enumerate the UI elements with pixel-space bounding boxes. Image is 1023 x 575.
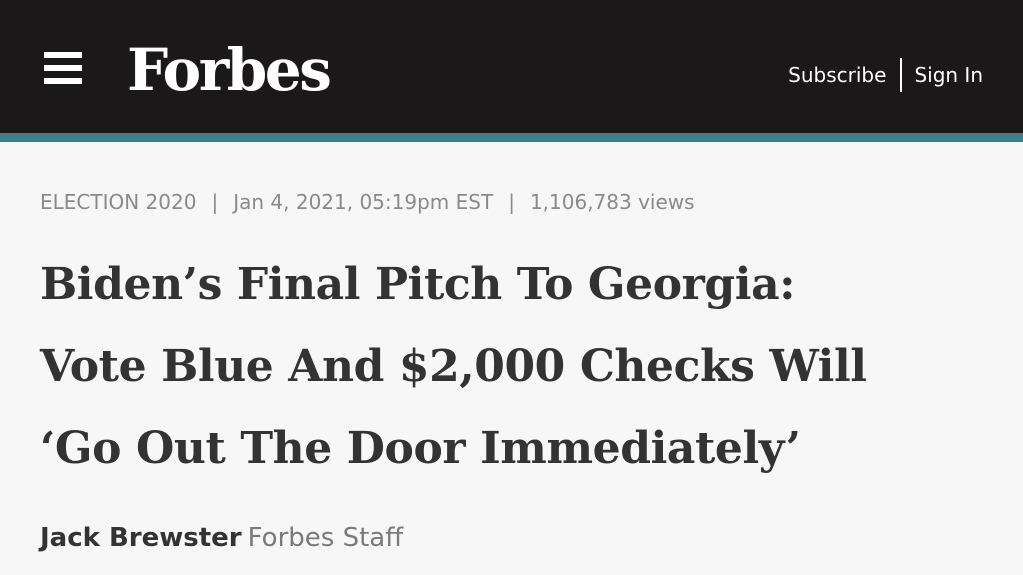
publish-date: Jan 4, 2021, 05:19pm EST: [233, 190, 494, 214]
meta-separator: |: [508, 190, 515, 214]
divider: [900, 58, 903, 92]
author-role: Forbes Staff: [247, 523, 404, 553]
forbes-logo[interactable]: Forbes: [127, 30, 332, 110]
site-header: Forbes Subscribe Sign In: [0, 0, 1023, 133]
account-links: Subscribe Sign In: [788, 56, 983, 94]
author-name[interactable]: Jack Brewster: [40, 523, 242, 553]
channel-link[interactable]: ELECTION 2020: [40, 190, 196, 214]
article-meta: ELECTION 2020 | Jan 4, 2021, 05:19pm EST | 1…: [40, 190, 695, 214]
headline-line: Vote Blue And $2,000 Checks Will: [40, 341, 867, 392]
headline-line: Biden’s Final Pitch To Georgia:: [40, 259, 796, 310]
meta-separator: |: [211, 190, 219, 214]
headline-line: ‘Go Out The Door Immediately’: [40, 423, 801, 474]
byline: Jack Brewster Forbes Staff: [40, 516, 403, 560]
hamburger-menu-icon[interactable]: [44, 52, 82, 84]
subscribe-link[interactable]: Subscribe: [788, 63, 886, 87]
sign-in-link[interactable]: Sign In: [914, 63, 983, 87]
header-accent-line: [0, 133, 1023, 142]
article-headline: Biden’s Final Pitch To Georgia: Vote Blu…: [40, 244, 990, 490]
view-count: 1,106,783 views: [529, 190, 695, 214]
